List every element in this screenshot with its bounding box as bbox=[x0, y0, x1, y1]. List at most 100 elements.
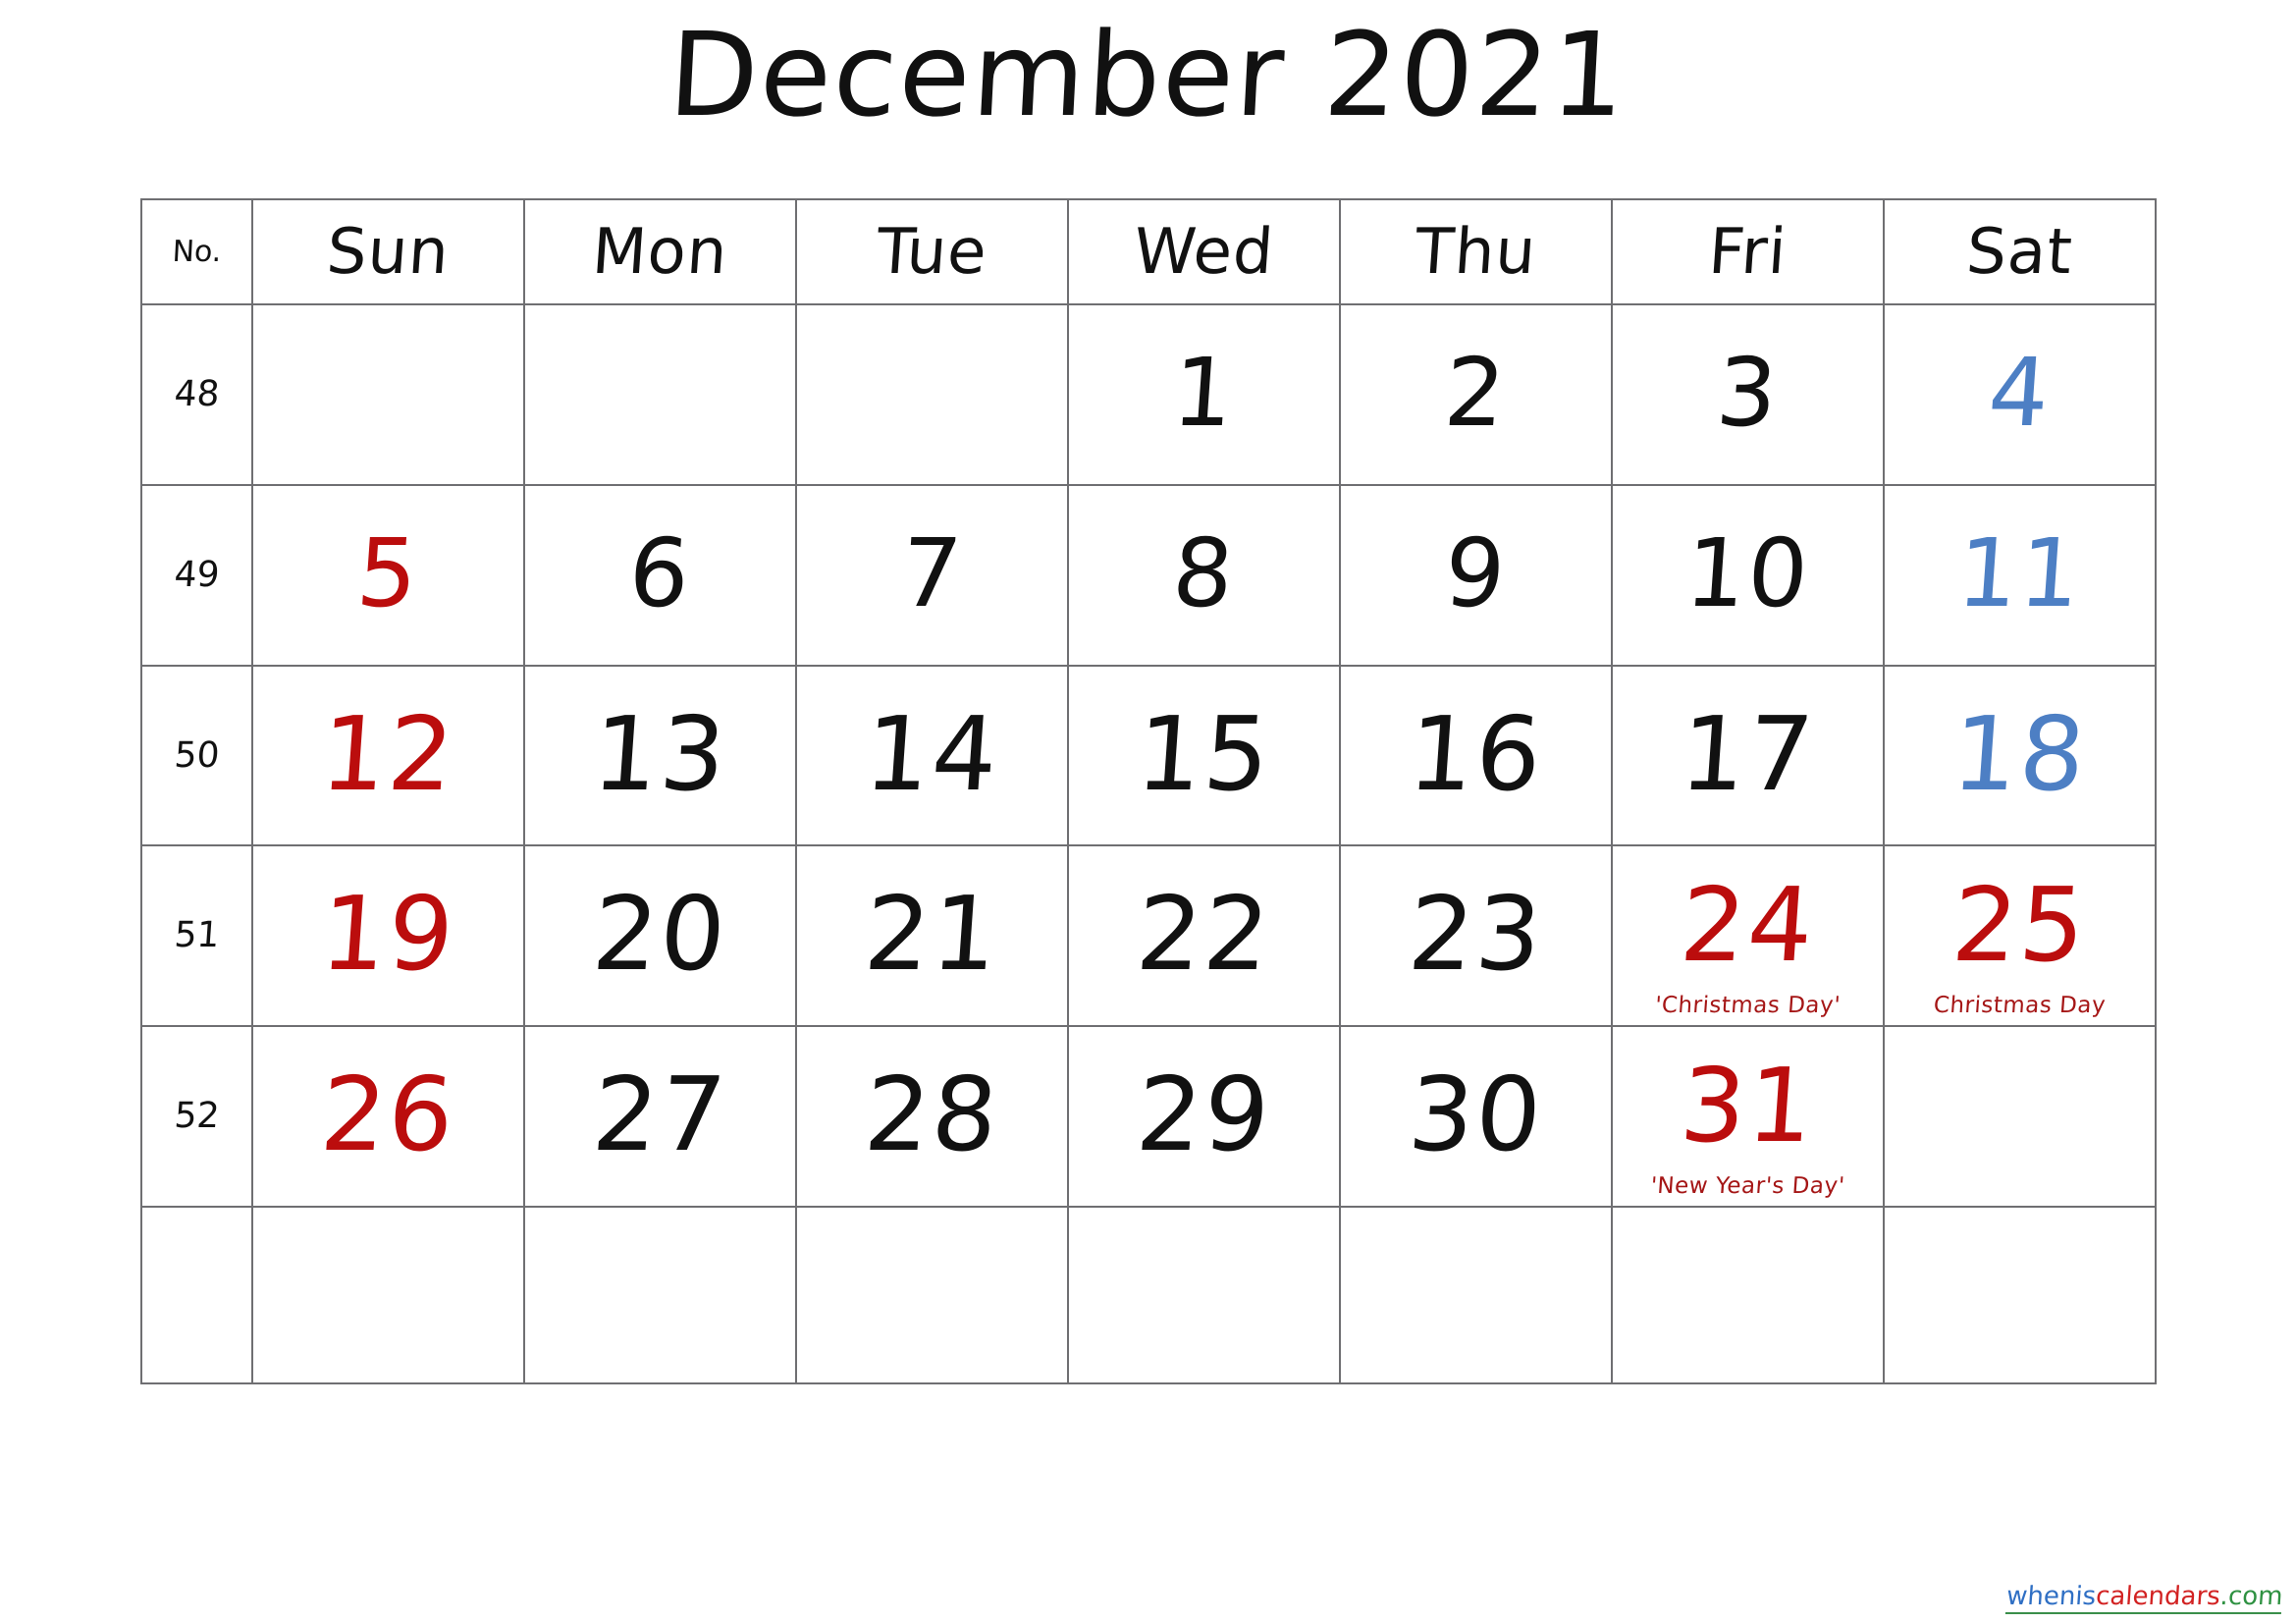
day-number: 25 bbox=[1949, 865, 2091, 986]
day-cell[interactable]: 15 bbox=[1067, 664, 1341, 847]
day-cell[interactable]: 13 bbox=[523, 664, 797, 847]
day-cell[interactable] bbox=[795, 303, 1069, 486]
week-number-cell: 52 bbox=[134, 1026, 259, 1208]
day-cell[interactable]: 20 bbox=[523, 844, 797, 1028]
day-cell[interactable]: 23 bbox=[1339, 844, 1613, 1028]
day-cell[interactable]: 22 bbox=[1067, 844, 1341, 1028]
day-number: 13 bbox=[589, 693, 731, 814]
holiday-label: Christmas Day bbox=[1932, 993, 2108, 1019]
week-number-cell: 50 bbox=[134, 665, 259, 846]
day-number: 27 bbox=[589, 1055, 731, 1175]
week-number-cell: 48 bbox=[134, 304, 259, 485]
day-cell[interactable]: 24 'Christmas Day' bbox=[1611, 844, 1885, 1028]
day-number: 16 bbox=[1405, 693, 1547, 814]
holiday-label: 'Christmas Day' bbox=[1654, 993, 1842, 1019]
day-cell[interactable]: 8 bbox=[1067, 483, 1341, 667]
day-number: 10 bbox=[1682, 517, 1814, 628]
watermark-part-b: calendars bbox=[2094, 1582, 2221, 1612]
calendar-week-row: 52 26 27 28 29 30 31 'New Year's Day' bbox=[134, 1025, 2157, 1209]
day-number: 3 bbox=[1713, 337, 1783, 448]
day-cell[interactable] bbox=[523, 1206, 797, 1384]
day-number: 8 bbox=[1169, 517, 1239, 628]
calendar-week-row: 50 12 13 14 15 16 17 18 bbox=[134, 664, 2157, 847]
day-header-fri: Fri bbox=[1608, 199, 1888, 304]
day-cell[interactable]: 1 bbox=[1067, 303, 1341, 486]
day-number: 12 bbox=[317, 693, 459, 814]
day-number: 20 bbox=[589, 874, 731, 995]
day-number: 30 bbox=[1405, 1055, 1547, 1175]
day-number: 7 bbox=[897, 517, 967, 628]
day-number: 15 bbox=[1133, 693, 1275, 814]
day-header-mon: Mon bbox=[520, 199, 800, 304]
week-number-cell: 49 bbox=[134, 484, 259, 666]
day-header-thu: Thu bbox=[1336, 199, 1616, 304]
day-cell[interactable] bbox=[251, 1206, 525, 1384]
day-cell[interactable]: 18 bbox=[1883, 664, 2157, 847]
day-number: 24 bbox=[1677, 865, 1819, 986]
day-cell[interactable]: 30 bbox=[1339, 1025, 1613, 1209]
day-number: 6 bbox=[625, 517, 695, 628]
day-cell[interactable]: 7 bbox=[795, 483, 1069, 667]
day-cell[interactable] bbox=[523, 303, 797, 486]
day-cell[interactable]: 27 bbox=[523, 1025, 797, 1209]
day-cell[interactable] bbox=[251, 303, 525, 486]
day-number: 19 bbox=[317, 874, 459, 995]
day-cell[interactable]: 25 Christmas Day bbox=[1883, 844, 2157, 1028]
calendar-header-row: No. Sun Mon Tue Wed Thu Fri Sat bbox=[138, 199, 2160, 304]
day-cell[interactable]: 3 bbox=[1611, 303, 1885, 486]
day-cell[interactable] bbox=[1067, 1206, 1341, 1384]
day-cell[interactable]: 2 bbox=[1339, 303, 1613, 486]
day-cell[interactable] bbox=[1339, 1206, 1613, 1384]
calendar-body: 48 1 2 3 4 49 5 6 7 8 9 10 11 50 12 13 14 15 16 17 18 51 19 20 2… bbox=[134, 303, 2157, 1384]
day-number: 9 bbox=[1441, 517, 1511, 628]
day-number: 28 bbox=[861, 1055, 1003, 1175]
day-cell[interactable]: 17 bbox=[1611, 664, 1885, 847]
day-cell[interactable] bbox=[1883, 1206, 2157, 1384]
week-number-cell: 51 bbox=[134, 845, 259, 1027]
day-number: 23 bbox=[1405, 874, 1547, 995]
day-cell[interactable]: 26 bbox=[251, 1025, 525, 1209]
day-cell[interactable]: 21 bbox=[795, 844, 1069, 1028]
day-number: 17 bbox=[1677, 693, 1819, 814]
day-number: 4 bbox=[1985, 337, 2055, 448]
day-number: 31 bbox=[1677, 1046, 1819, 1166]
day-header-wed: Wed bbox=[1064, 199, 1344, 304]
day-cell[interactable]: 28 bbox=[795, 1025, 1069, 1209]
day-cell[interactable]: 16 bbox=[1339, 664, 1613, 847]
day-number: 5 bbox=[353, 517, 423, 628]
holiday-label: 'New Year's Day' bbox=[1649, 1173, 1846, 1200]
day-cell[interactable]: 10 bbox=[1611, 483, 1885, 667]
day-number: 2 bbox=[1441, 337, 1511, 448]
day-number: 14 bbox=[861, 693, 1003, 814]
day-number: 26 bbox=[317, 1055, 459, 1175]
day-number: 18 bbox=[1949, 693, 2091, 814]
week-number-column-header: No. bbox=[138, 199, 255, 304]
day-number: 21 bbox=[861, 874, 1003, 995]
page-title: December 2021 bbox=[666, 7, 1631, 142]
day-cell[interactable]: 31 'New Year's Day' bbox=[1611, 1025, 1885, 1209]
watermark-part-a: whenis bbox=[2004, 1582, 2097, 1612]
day-cell[interactable]: 29 bbox=[1067, 1025, 1341, 1209]
calendar-week-row: 48 1 2 3 4 bbox=[134, 303, 2157, 486]
calendar-week-row: 49 5 6 7 8 9 10 11 bbox=[134, 483, 2157, 667]
day-number: 1 bbox=[1169, 337, 1239, 448]
day-cell[interactable]: 14 bbox=[795, 664, 1069, 847]
day-cell[interactable]: 9 bbox=[1339, 483, 1613, 667]
site-watermark[interactable]: wheniscalendars.com bbox=[2004, 1582, 2283, 1614]
day-header-tue: Tue bbox=[792, 199, 1072, 304]
calendar-week-row: 51 19 20 21 22 23 24 'Christmas Day' 25 Christmas… bbox=[134, 844, 2157, 1028]
day-cell[interactable]: 12 bbox=[251, 664, 525, 847]
day-number: 29 bbox=[1133, 1055, 1275, 1175]
day-cell[interactable]: 5 bbox=[251, 483, 525, 667]
day-cell[interactable] bbox=[1883, 1025, 2157, 1209]
day-number: 22 bbox=[1133, 874, 1275, 995]
day-number: 11 bbox=[1953, 517, 2086, 628]
day-cell[interactable]: 6 bbox=[523, 483, 797, 667]
calendar-week-row bbox=[134, 1206, 2157, 1384]
day-cell[interactable]: 19 bbox=[251, 844, 525, 1028]
day-cell[interactable] bbox=[1611, 1206, 1885, 1384]
day-cell[interactable]: 11 bbox=[1883, 483, 2157, 667]
day-cell[interactable]: 4 bbox=[1883, 303, 2157, 486]
day-cell[interactable] bbox=[795, 1206, 1069, 1384]
calendar-grid: No. Sun Mon Tue Wed Thu Fri Sat 48 1 2 3 4 49… bbox=[134, 198, 2160, 1384]
